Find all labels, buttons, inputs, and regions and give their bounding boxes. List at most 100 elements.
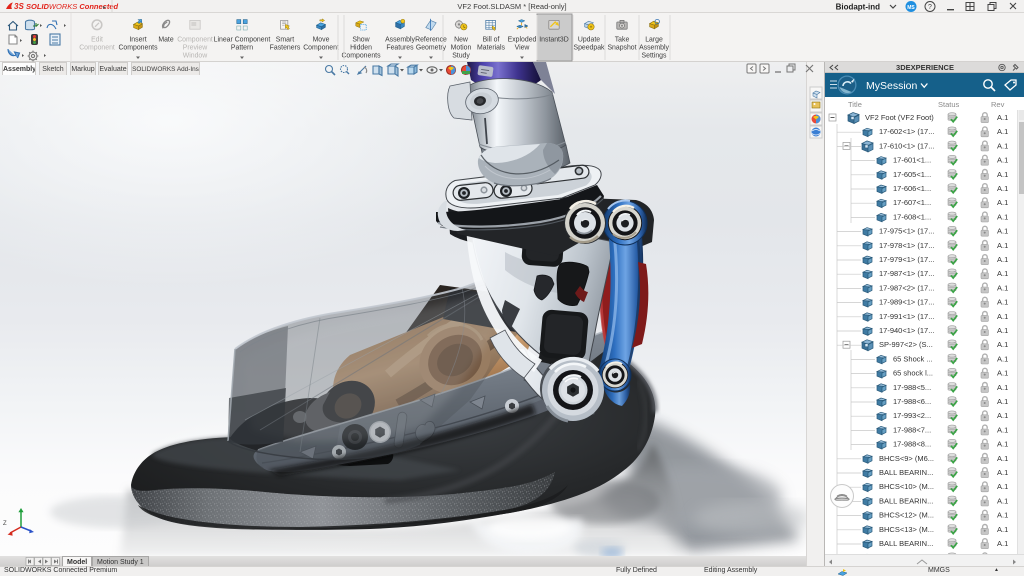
svg-text:A.1: A.1: [997, 127, 1008, 136]
svg-text:Biodapt-ind: Biodapt-ind: [836, 3, 881, 12]
svg-text:17-978<1> (17...: 17-978<1> (17...: [879, 241, 934, 250]
svg-text:MS: MS: [907, 5, 915, 11]
svg-text:Mate: Mate: [158, 37, 173, 44]
svg-text:Motion: Motion: [451, 45, 472, 52]
svg-text:A.1: A.1: [997, 539, 1008, 548]
svg-text:17-602<1> (17...: 17-602<1> (17...: [879, 127, 934, 136]
svg-text:Preview: Preview: [183, 45, 208, 52]
svg-text:17-993<2...: 17-993<2...: [893, 411, 931, 420]
svg-text:Window: Window: [183, 53, 208, 60]
svg-text:65 shock l...: 65 shock l...: [893, 369, 933, 378]
svg-text:17-608<1...: 17-608<1...: [893, 212, 931, 221]
svg-text:17-988<8...: 17-988<8...: [893, 440, 931, 449]
svg-text:A.1: A.1: [997, 440, 1008, 449]
svg-text:A.1: A.1: [997, 411, 1008, 420]
svg-text:Insert: Insert: [129, 37, 146, 44]
svg-text:A.1: A.1: [997, 269, 1008, 278]
svg-text:A.1: A.1: [997, 340, 1008, 349]
svg-text:Speedpak: Speedpak: [573, 45, 605, 52]
svg-text:Exploded: Exploded: [508, 37, 537, 44]
svg-text:Edit: Edit: [91, 37, 103, 44]
svg-text:A.1: A.1: [997, 212, 1008, 221]
svg-text:17-979<1> (17...: 17-979<1> (17...: [879, 255, 934, 264]
svg-text:17-610<1> (17...: 17-610<1> (17...: [879, 141, 934, 150]
svg-text:A.1: A.1: [997, 283, 1008, 292]
svg-text:Fasteners: Fasteners: [270, 45, 301, 52]
svg-text:Settings: Settings: [642, 53, 667, 60]
svg-text:A.1: A.1: [997, 298, 1008, 307]
svg-text:Update: Update: [578, 37, 600, 44]
svg-text:BALL BEARIN...: BALL BEARIN...: [879, 539, 933, 548]
svg-text:A.1: A.1: [997, 113, 1008, 122]
svg-text:17-601<1...: 17-601<1...: [893, 156, 931, 165]
svg-text:A.1: A.1: [997, 354, 1008, 363]
svg-text:A.1: A.1: [997, 326, 1008, 335]
svg-text:Instant3D: Instant3D: [539, 37, 569, 44]
svg-text:A.1: A.1: [997, 482, 1008, 491]
svg-text:17-987<1> (17...: 17-987<1> (17...: [879, 269, 934, 278]
svg-text:▸: ▸: [103, 5, 106, 11]
svg-text:17-975<1> (17...: 17-975<1> (17...: [879, 227, 934, 236]
svg-text:A.1: A.1: [997, 184, 1008, 193]
svg-text:A.1: A.1: [997, 369, 1008, 378]
svg-text:17-607<1...: 17-607<1...: [893, 198, 931, 207]
svg-text:A.1: A.1: [997, 511, 1008, 520]
svg-text:17-987<2> (17...: 17-987<2> (17...: [879, 283, 934, 292]
svg-text:A.1: A.1: [997, 312, 1008, 321]
svg-text:New: New: [454, 37, 468, 44]
svg-text:A.1: A.1: [997, 255, 1008, 264]
svg-text:Geometry: Geometry: [416, 45, 447, 52]
svg-text:BALL BEARIN...: BALL BEARIN...: [879, 468, 933, 477]
svg-text:A.1: A.1: [997, 383, 1008, 392]
svg-text:A.1: A.1: [997, 170, 1008, 179]
svg-text:Z: Z: [3, 521, 7, 527]
svg-text:17-989<1> (17...: 17-989<1> (17...: [879, 298, 934, 307]
svg-text:Assembly: Assembly: [385, 37, 415, 44]
svg-text:Assembly: Assembly: [639, 45, 669, 52]
svg-text:17-605<1...: 17-605<1...: [893, 170, 931, 179]
svg-text:Show: Show: [352, 37, 369, 44]
svg-text:3S: 3S: [14, 2, 24, 11]
svg-text:Component: Component: [303, 45, 339, 52]
svg-text:17-606<1...: 17-606<1...: [893, 184, 931, 193]
svg-text:Smart: Smart: [276, 37, 294, 44]
svg-text:A.1: A.1: [997, 425, 1008, 434]
svg-text:Hidden: Hidden: [350, 45, 372, 52]
svg-text:BHCS<10> (M...: BHCS<10> (M...: [879, 482, 934, 491]
svg-text:Snapshot: Snapshot: [607, 45, 636, 52]
svg-text:View: View: [515, 45, 530, 52]
svg-text:BALL BEARIN...: BALL BEARIN...: [879, 496, 933, 505]
svg-text:Components: Components: [341, 53, 381, 60]
svg-text:A.1: A.1: [997, 156, 1008, 165]
svg-text:A.1: A.1: [997, 198, 1008, 207]
svg-text:Bill of: Bill of: [483, 37, 500, 44]
svg-text:A.1: A.1: [997, 397, 1008, 406]
svg-text:17-988<5...: 17-988<5...: [893, 383, 931, 392]
svg-text:A.1: A.1: [997, 525, 1008, 534]
svg-text:17-988<7...: 17-988<7...: [893, 425, 931, 434]
svg-text:BHCS<12> (M...: BHCS<12> (M...: [879, 511, 934, 520]
svg-text:A.1: A.1: [997, 241, 1008, 250]
svg-text:Components: Components: [118, 45, 158, 52]
svg-text:A.1: A.1: [997, 496, 1008, 505]
svg-text:Materials: Materials: [477, 45, 506, 52]
svg-text:A.1: A.1: [997, 227, 1008, 236]
svg-text:Pattern: Pattern: [231, 45, 253, 52]
svg-text:Large: Large: [645, 37, 663, 44]
svg-text:SP-997<2> (S...: SP-997<2> (S...: [879, 340, 933, 349]
svg-text:A.1: A.1: [997, 468, 1008, 477]
svg-text:17-988<6...: 17-988<6...: [893, 397, 931, 406]
svg-text:65 Shock ...: 65 Shock ...: [893, 354, 933, 363]
svg-text:17-991<1> (17...: 17-991<1> (17...: [879, 312, 934, 321]
svg-text:A.1: A.1: [997, 454, 1008, 463]
svg-text:Take: Take: [615, 37, 630, 44]
svg-text:17-940<1> (17...: 17-940<1> (17...: [879, 326, 934, 335]
svg-text:?: ?: [928, 4, 932, 11]
svg-text:VF2 Foot (VF2 Foot): VF2 Foot (VF2 Foot): [865, 113, 934, 122]
svg-text:Component: Component: [177, 37, 213, 44]
svg-text:Component: Component: [79, 45, 115, 52]
svg-text:Move: Move: [313, 37, 330, 44]
svg-text:Features: Features: [386, 45, 414, 52]
svg-text:VF2 Foot.SLDASM * [Read-only]: VF2 Foot.SLDASM * [Read-only]: [457, 2, 566, 11]
svg-text:BHCS<13> (M...: BHCS<13> (M...: [879, 525, 934, 534]
